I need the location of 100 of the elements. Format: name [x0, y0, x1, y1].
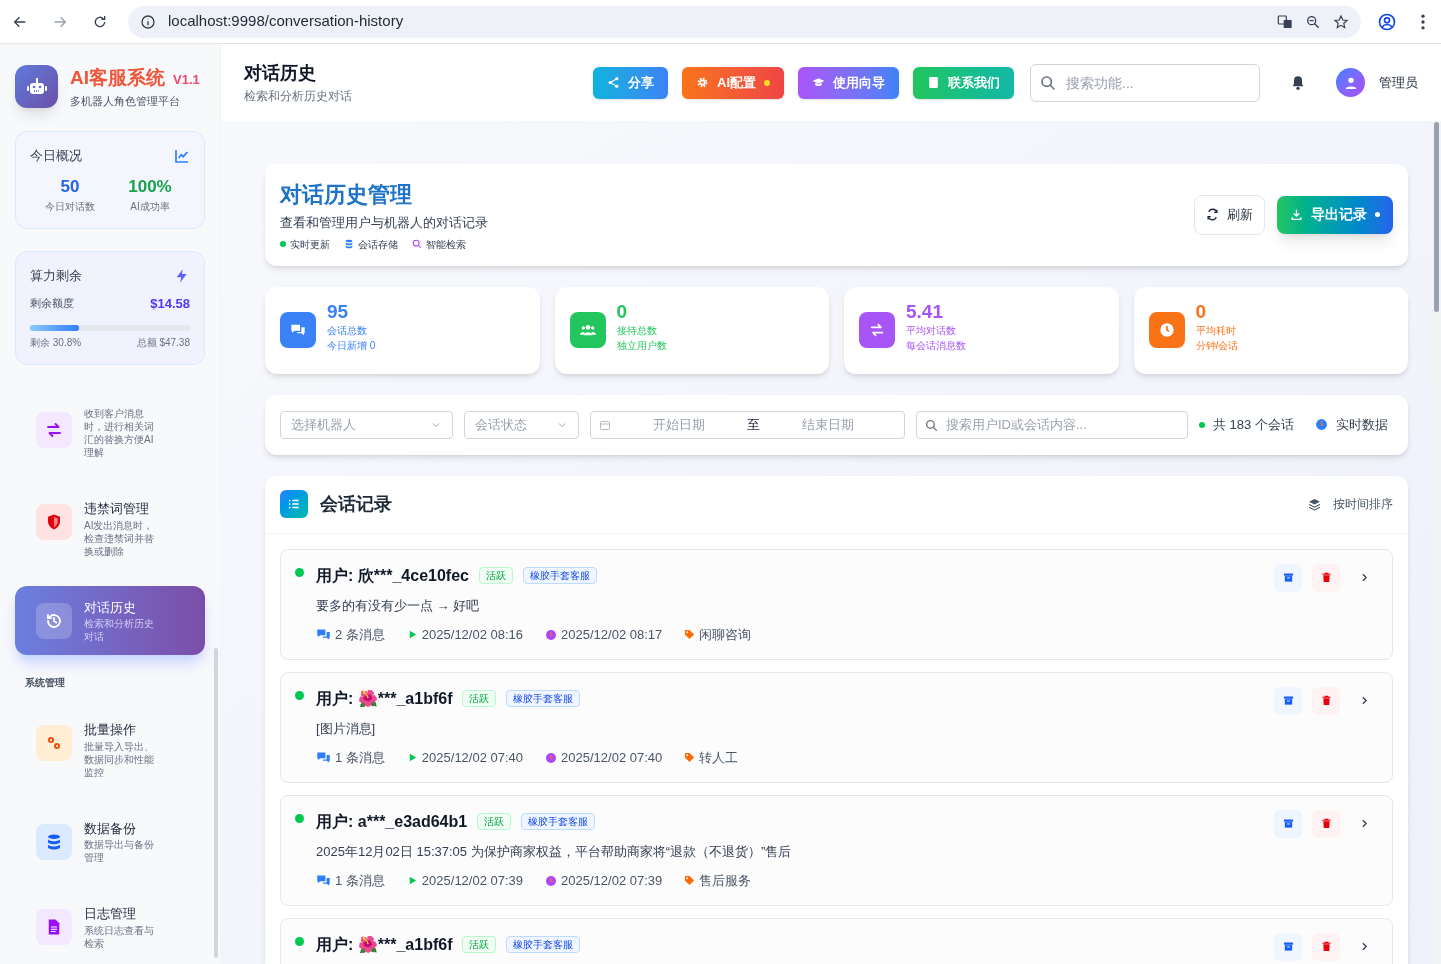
robot-tag: 橡胶手套客服	[506, 690, 581, 707]
star-icon[interactable]	[1333, 13, 1349, 30]
message-count: 1 条消息	[335, 749, 385, 767]
user-id: 用户: 🌺***_a1bf6f	[316, 688, 453, 709]
search-icon	[925, 418, 938, 432]
start-time: 2025/12/02 08:16	[421, 626, 524, 644]
message-preview: 2025年12月02日 15:37:05 为保护商家权益，平台帮助商家将“退款（不退货）”售后	[316, 842, 793, 861]
swap-arrows-icon	[45, 421, 63, 439]
stat-label: AI成功率	[129, 200, 171, 214]
clock-icon	[1158, 322, 1175, 338]
chat-bubbles-icon	[290, 322, 306, 338]
address-bar[interactable]: localhost:9998/conversation-history	[128, 5, 1361, 38]
bell-icon[interactable]	[1290, 74, 1306, 91]
avatar[interactable]	[1336, 68, 1365, 97]
archive-button[interactable]	[1274, 932, 1302, 961]
user-name[interactable]: 管理员	[1379, 72, 1418, 93]
tag-icon	[684, 629, 696, 641]
stat-note: 今日新增 0	[327, 339, 376, 353]
end-time: 2025/12/02 07:40	[561, 749, 663, 767]
stat-label: 平均耗时	[1195, 324, 1237, 338]
start-time: 2025/12/02 07:40	[421, 749, 524, 767]
delete-button[interactable]	[1312, 932, 1340, 961]
graduation-cap-icon	[812, 76, 825, 89]
nav-item[interactable]: 数据备份 数据导出与备份管理	[15, 806, 205, 876]
sort-label[interactable]: 按时间排序	[1333, 495, 1393, 513]
stat-value: 5.41	[906, 301, 944, 323]
search-icon	[1040, 74, 1056, 91]
account-icon[interactable]	[1377, 11, 1397, 32]
calendar-icon	[599, 418, 611, 431]
gear-icon	[696, 76, 709, 89]
refresh-button[interactable]: 刷新	[1194, 194, 1265, 235]
start-date-placeholder: 开始日期	[652, 415, 706, 434]
delete-button[interactable]	[1312, 686, 1340, 715]
hero-title: 对话历史管理	[280, 181, 413, 209]
message-count: 2 条消息	[335, 626, 385, 644]
url-text: localhost:9998/conversation-history	[168, 11, 405, 32]
message-preview: 要多的有没有少一点 → 好吧	[316, 596, 481, 615]
conversation-card[interactable]: 用户: a***_e3ad64b1 活跃 橡胶手套客服 2025年12月02日 15:37:05 为保护商家权益，平台帮助商家将“退款（不退货）”售后 1 条消息 2025/12/02 07:39 2025/12/02 07:39 售后服务	[280, 794, 1393, 906]
export-button[interactable]: 导出记录	[1277, 195, 1393, 234]
nav-item[interactable]: 收到客户消息时，进行相关词汇的替换方便AI理解	[15, 395, 205, 471]
stat-note: 每会话消息数	[906, 339, 966, 353]
card-title: 算力剩余	[30, 267, 82, 285]
archive-button[interactable]	[1274, 563, 1302, 592]
trash-icon	[1320, 695, 1332, 706]
conversation-card[interactable]: 用户: 🌺***_a1bf6f 活跃 橡胶手套客服	[280, 917, 1393, 964]
robot-tag: 橡胶手套客服	[521, 813, 596, 830]
user-id: 用户: a***_e3ad64b1	[316, 811, 468, 832]
content-search-field[interactable]: 搜索用户ID或会话内容...	[916, 410, 1188, 439]
stat-value: 100%	[127, 175, 173, 198]
nav-item[interactable]: 批量操作 批量导入导出、数据同步和性能监控	[15, 708, 205, 791]
robot-tag: 橡胶手套客服	[506, 936, 581, 953]
delete-button[interactable]	[1312, 809, 1340, 838]
feature-label: 会话存储	[358, 237, 398, 252]
header-button[interactable]: 使用向导	[798, 66, 899, 99]
conversation-card[interactable]: 用户: 🌺***_a1bf6f 活跃 橡胶手套客服 [图片消息] 1 条消息 2025/12/02 07:40 2025/12/02 07:40 转人工	[280, 671, 1393, 783]
category-tag: 售后服务	[699, 871, 752, 891]
nav-item[interactable]: 日志管理 系统日志查看与检索	[15, 892, 205, 962]
nav-description: 数据导出与备份管理	[84, 838, 155, 864]
nav-title: 数据备份	[84, 819, 137, 838]
nav-item[interactable]: 对话历史 检索和分析历史对话	[15, 585, 205, 655]
list-icon	[287, 497, 301, 511]
download-icon	[1290, 208, 1303, 222]
category-tag: 闲聊咨询	[699, 625, 752, 645]
stat-label: 会话总数	[327, 324, 368, 338]
robot-tag: 橡胶手套客服	[522, 567, 597, 584]
page-subtitle: 检索和分析历史对话	[244, 88, 353, 105]
scrollbar-thumb[interactable]	[1434, 122, 1439, 312]
total-count: 共 183 个会话	[1213, 415, 1294, 434]
feature-label: 智能检索	[426, 237, 466, 252]
end-date-placeholder: 结束日期	[801, 415, 855, 434]
trash-icon	[1320, 818, 1332, 829]
nav-item[interactable]: 违禁词管理 AI发出消息时，检查违禁词并替换或删除	[15, 487, 205, 570]
status-tag: 活跃	[477, 813, 512, 830]
archive-icon	[1282, 572, 1294, 583]
zoom-icon[interactable]	[1305, 13, 1321, 30]
refresh-icon	[1206, 208, 1219, 222]
archive-button[interactable]	[1274, 686, 1302, 715]
nav-title: 日志管理	[84, 905, 137, 923]
shield-icon	[45, 513, 63, 531]
stat-note: 分钟/会话	[1195, 339, 1239, 353]
archive-icon	[1282, 695, 1294, 706]
total-text: 总额 $47.38	[136, 336, 190, 350]
database-icon	[344, 239, 354, 249]
archive-icon	[1282, 941, 1294, 952]
start-time: 2025/12/02 07:39	[421, 872, 524, 890]
stat-note: 独立用户数	[616, 339, 667, 353]
translate-icon[interactable]	[1277, 13, 1293, 30]
line-chart-icon	[174, 147, 190, 164]
date-range-field[interactable]: 开始日期 至 结束日期	[590, 410, 905, 439]
stat-value: 0	[616, 301, 629, 323]
search-icon	[412, 239, 422, 249]
layers-icon	[1308, 497, 1321, 511]
conversation-card[interactable]: 用户: 欣***_4ce10fec 活跃 橡胶手套客服 要多的有没有少一点 → 好吧 2 条消息 2025/12/02 08:16 2025/12/02 08:17 闲聊咨询	[280, 548, 1393, 660]
stat-label: 今日对话数	[44, 200, 96, 214]
search-field[interactable]: 搜索功能...	[1030, 63, 1260, 102]
brand-name: AI客服系统	[70, 66, 165, 90]
delete-button[interactable]	[1312, 563, 1340, 592]
feature-label: 实时更新	[290, 237, 330, 252]
nav-title: 批量操作	[84, 721, 137, 739]
archive-button[interactable]	[1274, 809, 1302, 838]
